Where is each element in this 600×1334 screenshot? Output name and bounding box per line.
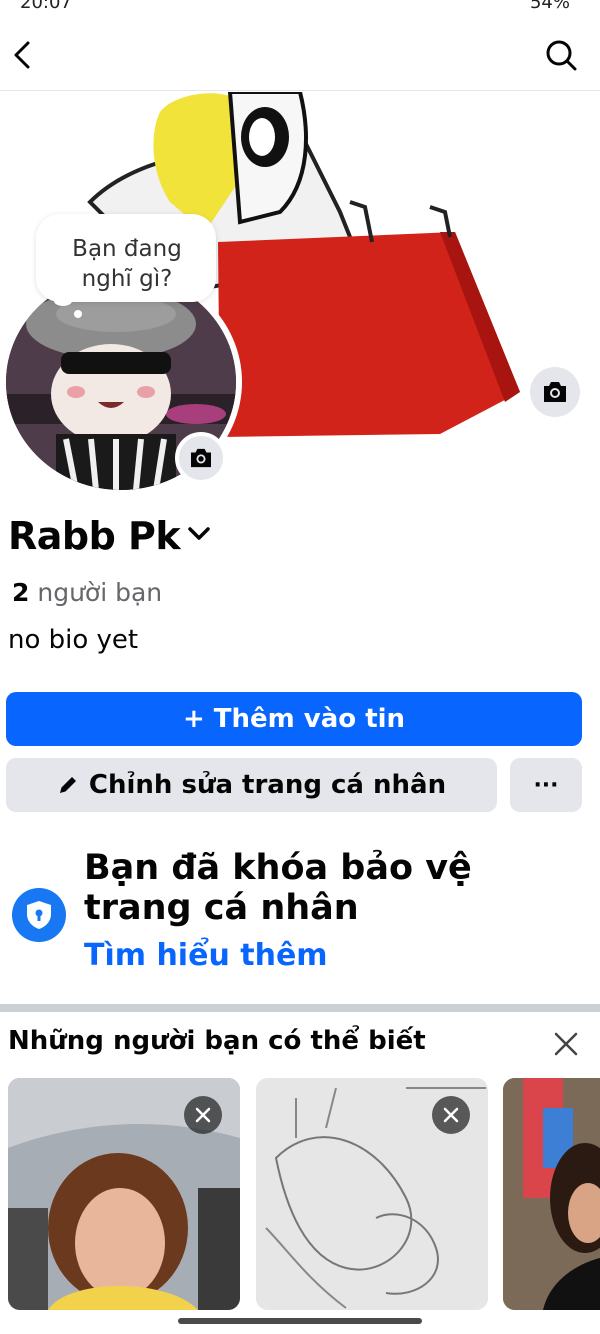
- avatar-camera-button[interactable]: [175, 432, 227, 484]
- suggestion-card[interactable]: [8, 1078, 240, 1310]
- learn-more-link[interactable]: Tìm hiểu thêm: [84, 938, 328, 973]
- pencil-icon: [59, 777, 76, 793]
- more-options-label: ···: [533, 772, 559, 798]
- section-divider: [0, 1004, 600, 1012]
- dismiss-suggestion-button[interactable]: [184, 1096, 222, 1134]
- suggestion-photo: [503, 1078, 600, 1310]
- home-indicator[interactable]: [178, 1318, 422, 1324]
- suggestion-card[interactable]: [503, 1078, 600, 1310]
- cover-camera-button[interactable]: [530, 367, 580, 417]
- search-icon[interactable]: [544, 38, 578, 72]
- friend-count-number: 2: [12, 578, 30, 607]
- dismiss-suggestion-button[interactable]: [432, 1096, 470, 1134]
- chevron-down-icon[interactable]: [186, 524, 212, 544]
- status-battery: 54%: [529, 0, 570, 13]
- thought-bubble-text: Bạn đang nghĩ gì?: [72, 236, 182, 292]
- edit-profile-label: Chỉnh sửa trang cá nhân: [88, 770, 447, 800]
- bubble-tail: [54, 296, 72, 306]
- shield-icon: [12, 888, 66, 942]
- status-bar: 20:07 54%: [0, 0, 600, 14]
- top-nav: [0, 14, 600, 91]
- profile-name: Rabb Pk: [8, 514, 181, 558]
- profile-bio: no bio yet: [8, 625, 139, 655]
- suggestion-card[interactable]: [256, 1078, 488, 1310]
- more-options-button[interactable]: ···: [510, 758, 582, 812]
- friend-count-label: người bạn: [37, 578, 163, 607]
- pymk-title: Những người bạn có thể biết: [8, 1026, 426, 1056]
- shield-lock-icon: [27, 901, 51, 929]
- edit-profile-button[interactable]: Chỉnh sửa trang cá nhân: [6, 758, 497, 812]
- add-to-story-button[interactable]: + Thêm vào tin: [6, 692, 582, 746]
- add-to-story-label: + Thêm vào tin: [182, 704, 406, 734]
- profile-lock-title: Bạn đã khóa bảo vệ trang cá nhân: [84, 848, 472, 928]
- close-icon: [195, 1107, 211, 1123]
- status-time: 20:07: [20, 0, 72, 13]
- thought-bubble[interactable]: Bạn đang nghĩ gì?: [36, 214, 216, 302]
- camera-icon: [191, 448, 211, 468]
- chevron-left-icon[interactable]: [6, 38, 40, 72]
- friend-count[interactable]: 2 người bạn: [12, 578, 162, 607]
- camera-icon: [544, 382, 566, 402]
- close-icon[interactable]: [552, 1030, 580, 1058]
- close-icon: [443, 1107, 459, 1123]
- bubble-tail-dot: [74, 310, 82, 318]
